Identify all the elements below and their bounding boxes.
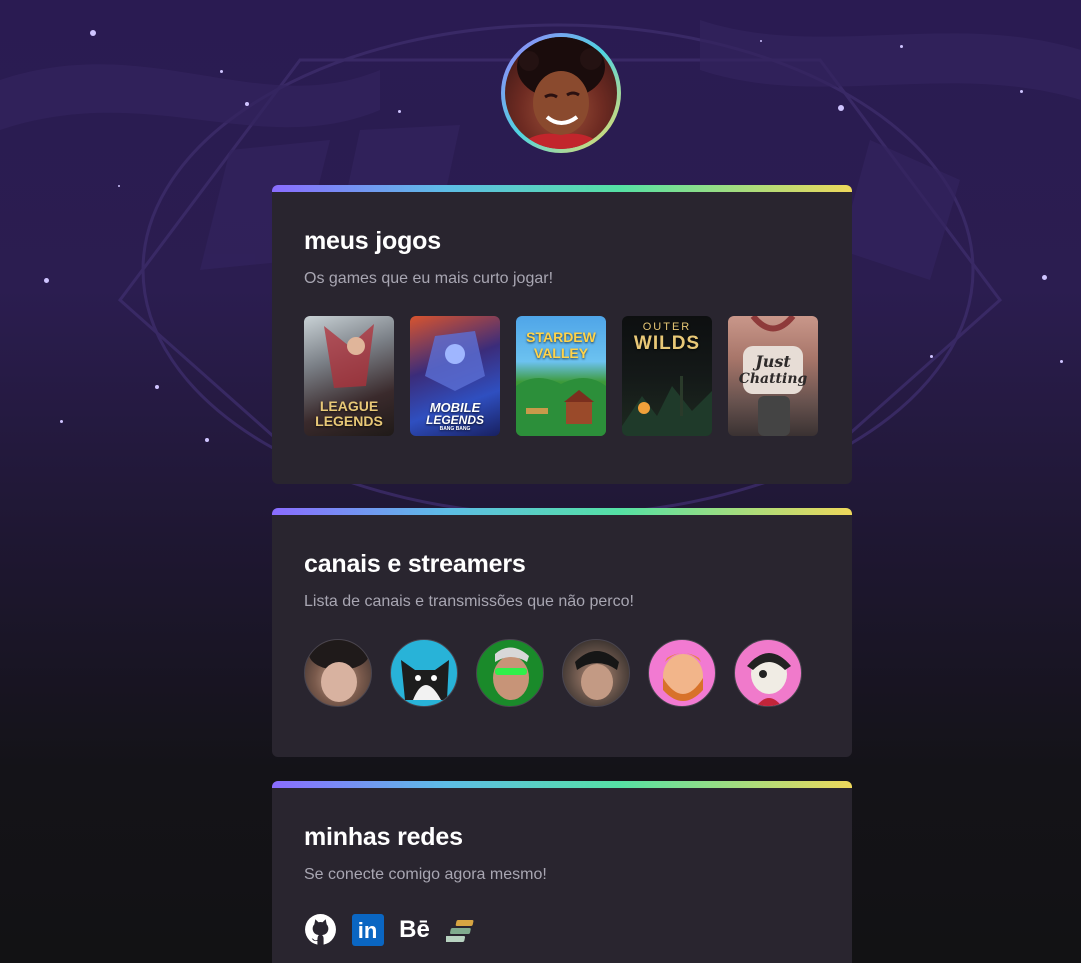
github-icon (305, 914, 336, 945)
game-label: Chatting (738, 371, 808, 387)
streamer-avatar-2[interactable] (390, 639, 458, 707)
profile-avatar (501, 33, 621, 153)
game-label: Just (755, 352, 791, 371)
streamer-image (747, 653, 791, 706)
streamer-avatar-6[interactable] (734, 639, 802, 707)
streamers-card: canais e streamers Lista de canais e tra… (272, 508, 852, 757)
game-label: STARDEW (526, 329, 596, 345)
game-label: OUTER (642, 321, 692, 333)
games-card: meus jogos Os games que eu mais curto jo… (272, 185, 852, 484)
streamers-list (304, 639, 802, 707)
games-subtitle: Os games que eu mais curto jogar! (304, 270, 554, 287)
streamer-avatar-4[interactable] (562, 639, 630, 707)
socials-title: minhas redes (304, 823, 463, 851)
stack-icon (445, 919, 473, 942)
game-label: LEGENDS (425, 413, 484, 427)
game-label: LEGENDS (315, 413, 383, 429)
linkedin-icon-label: in (357, 917, 378, 943)
games-title: meus jogos (304, 227, 441, 255)
game-stardew-valley[interactable]: STARDEW VALLEY (516, 316, 606, 436)
behance-link[interactable]: Bē (398, 913, 431, 946)
streamer-avatar-1[interactable] (304, 639, 372, 707)
streamers-subtitle: Lista de canais e transmissões que não p… (304, 593, 634, 610)
game-outer-wilds[interactable]: OUTER WILDS (622, 316, 712, 436)
streamer-avatar-5[interactable] (648, 639, 716, 707)
game-just-chatting[interactable]: Just Chatting (728, 316, 818, 436)
streamer-avatar-3[interactable] (476, 639, 544, 707)
stackoverflow-link[interactable] (445, 913, 478, 946)
github-link[interactable] (304, 913, 337, 946)
linkedin-icon: in (351, 913, 384, 946)
avatar-image (505, 37, 617, 149)
socials-list: in Bē (304, 913, 478, 946)
socials-subtitle: Se conecte comigo agora mesmo! (304, 866, 547, 883)
streamer-image (575, 651, 619, 700)
streamer-image (309, 640, 369, 702)
streamers-title: canais e streamers (304, 550, 526, 578)
behance-icon: Bē (399, 915, 430, 943)
streamer-image (493, 647, 529, 700)
game-league-of-legends[interactable]: LEAGUE LEGENDS (304, 316, 394, 436)
game-label: LEAGUE (319, 398, 379, 414)
games-list: LEAGUE LEGENDS MOBILE LEGENDS BANG BANG … (304, 316, 818, 436)
streamer-image (663, 653, 703, 701)
linkedin-link[interactable]: in (351, 913, 384, 946)
game-label: VALLEY (533, 345, 589, 361)
game-label: WILDS (633, 333, 701, 354)
streamer-image (401, 660, 449, 700)
socials-card: minhas redes Se conecte comigo agora mes… (272, 781, 852, 963)
game-label: BANG BANG (439, 426, 471, 432)
game-mobile-legends[interactable]: MOBILE LEGENDS BANG BANG (410, 316, 500, 436)
